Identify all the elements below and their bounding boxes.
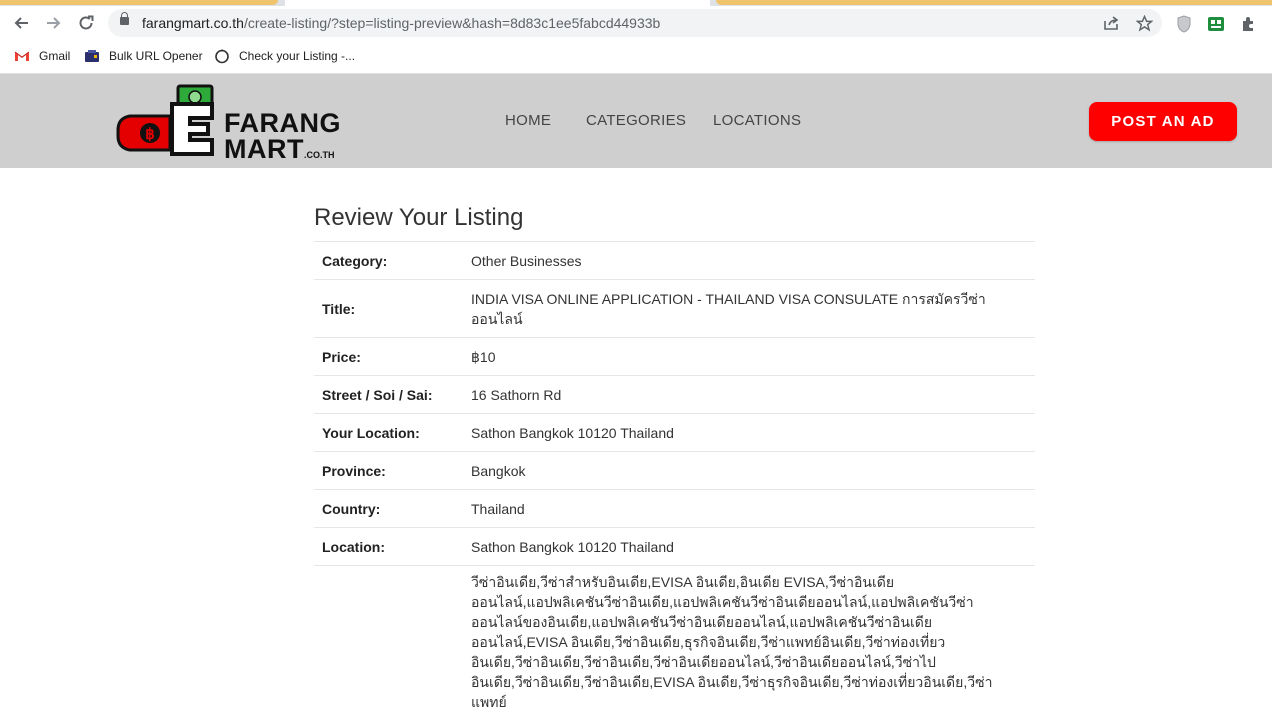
lock-icon[interactable] [120,17,129,25]
field-label: Province: [314,452,471,490]
field-value: Other Businesses [471,242,1035,280]
page-title: Review Your Listing [314,204,523,232]
gmail-icon [14,48,30,64]
bookmarks-bar: Gmail Bulk URL Opener Check your Listing… [0,40,1272,74]
table-row: Title: INDIA VISA ONLINE APPLICATION - T… [314,280,1035,338]
post-an-ad-button[interactable]: POST AN AD [1089,102,1237,141]
nav-categories[interactable]: CATEGORIES [586,112,686,129]
url-text[interactable]: farangmart.co.th/create-listing/?step=li… [142,15,660,31]
field-value: 16 Sathorn Rd [471,376,1035,414]
table-row: Price: ฿10 [314,338,1035,376]
browser-tab[interactable] [0,0,278,5]
field-value: Bangkok [471,452,1035,490]
nav-locations[interactable]: LOCATIONS [713,112,801,129]
field-label: Your Location: [314,414,471,452]
field-value: INDIA VISA ONLINE APPLICATION - THAILAND… [471,280,1035,338]
bookmark-star-icon[interactable] [1134,13,1154,33]
bookmark-check-listing[interactable]: Check your Listing -... [214,47,355,65]
field-label: Price: [314,338,471,376]
forward-arrow-icon[interactable] [42,12,66,34]
puzzle-extensions-icon[interactable] [1239,15,1257,33]
field-value: Sathon Bangkok 10120 Thailand [471,528,1035,566]
site-header: ฿ FARANG MART.CO.TH HOME CATEGORIES LOCA… [0,74,1272,168]
browser-tab[interactable] [716,0,1272,5]
loading-circle-icon [214,48,230,64]
field-label: Title: [314,280,471,338]
bookmark-bulk-url-opener[interactable]: Bulk URL Opener [84,47,203,65]
share-icon[interactable] [1101,13,1121,33]
table-row: Your Location: Sathon Bangkok 10120 Thai… [314,414,1035,452]
bulk-url-opener-icon [84,48,100,64]
field-value: ฿10 [471,338,1035,376]
table-row: Category: Other Businesses [314,242,1035,280]
reload-icon[interactable] [74,12,98,34]
green-extension-icon[interactable] [1207,15,1225,33]
nav-home[interactable]: HOME [505,112,551,129]
bookmark-gmail[interactable]: Gmail [14,47,70,65]
field-label: Location: [314,528,471,566]
table-row: Location: Sathon Bangkok 10120 Thailand [314,528,1035,566]
address-bar[interactable]: farangmart.co.th/create-listing/?step=li… [108,9,1162,37]
field-label [314,566,471,713]
field-label: Country: [314,490,471,528]
table-row: วีซ่าอินเดีย,วีซ่าสำหรับอินเดีย,EVISA อิ… [314,566,1035,713]
field-label: Category: [314,242,471,280]
field-label: Street / Soi / Sai: [314,376,471,414]
listing-review-table: Category: Other Businesses Title: INDIA … [314,241,1035,713]
description-value: วีซ่าอินเดีย,วีซ่าสำหรับอินเดีย,EVISA อิ… [471,566,1035,713]
farangmart-logo[interactable]: ฿ FARANG MART.CO.TH [116,84,326,160]
field-value: Sathon Bangkok 10120 Thailand [471,414,1035,452]
shield-extension-icon[interactable] [1175,15,1193,33]
table-row: Street / Soi / Sai: 16 Sathorn Rd [314,376,1035,414]
back-arrow-icon[interactable] [9,12,33,34]
table-row: Province: Bangkok [314,452,1035,490]
svg-text:฿: ฿ [145,126,155,143]
logo-wordmark: FARANG MART.CO.TH [224,110,341,168]
field-value: Thailand [471,490,1035,528]
table-row: Country: Thailand [314,490,1035,528]
browser-toolbar: farangmart.co.th/create-listing/?step=li… [0,6,1272,40]
